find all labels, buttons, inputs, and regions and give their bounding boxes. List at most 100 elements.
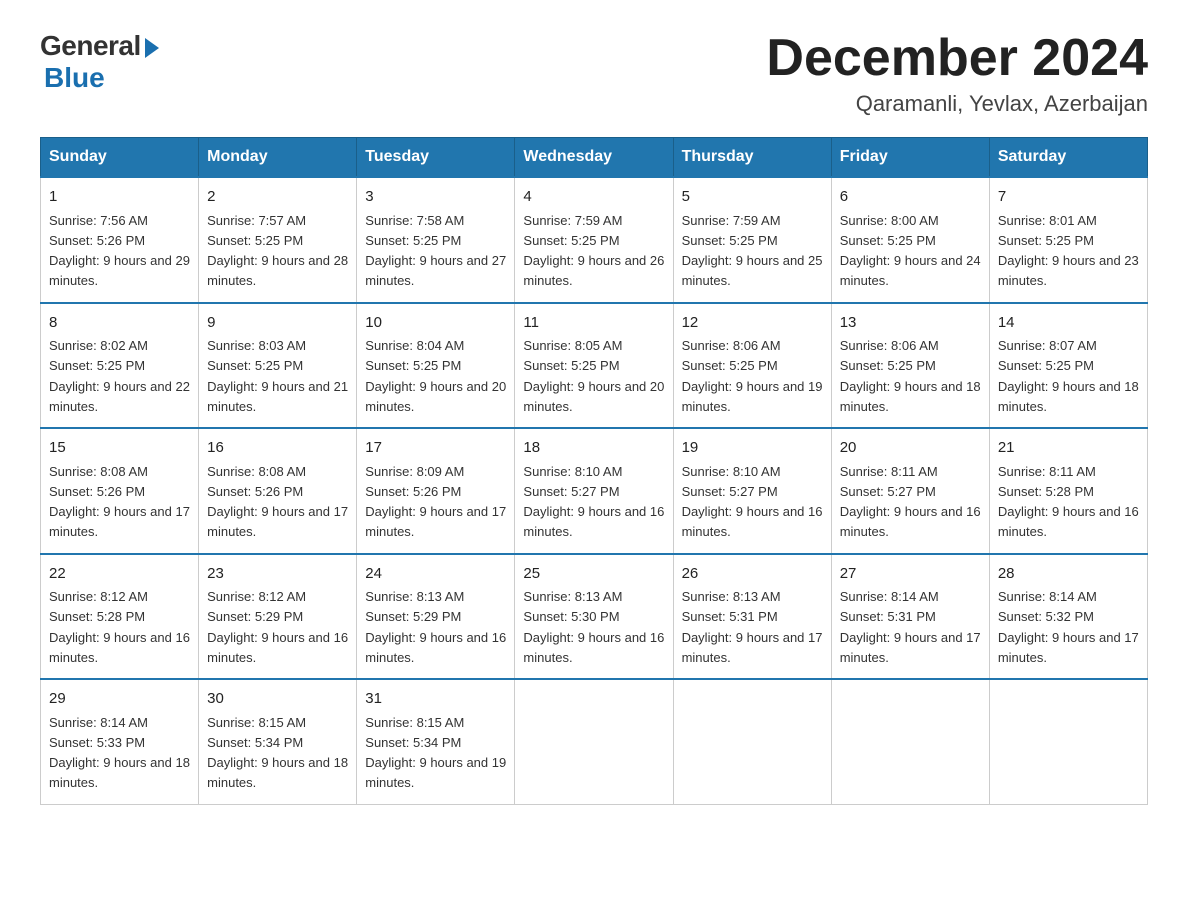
day-info: Sunrise: 7:59 AMSunset: 5:25 PMDaylight:…	[523, 213, 664, 289]
day-info: Sunrise: 8:14 AMSunset: 5:31 PMDaylight:…	[840, 589, 981, 665]
calendar-cell: 20 Sunrise: 8:11 AMSunset: 5:27 PMDayligh…	[831, 428, 989, 554]
day-number: 13	[840, 312, 981, 335]
location-text: Qaramanli, Yevlax, Azerbaijan	[766, 91, 1148, 117]
day-info: Sunrise: 8:04 AMSunset: 5:25 PMDaylight:…	[365, 338, 506, 414]
calendar-cell: 25Sunrise: 8:13 AMSunset: 5:30 PMDayligh…	[515, 554, 673, 680]
logo: General Blue	[40, 30, 159, 94]
day-info: Sunrise: 8:11 AMSunset: 5:27 PMDaylight:…	[840, 464, 981, 540]
week-row-5: 29Sunrise: 8:14 AMSunset: 5:33 PMDayligh…	[41, 679, 1148, 804]
calendar-header-row: SundayMondayTuesdayWednesdayThursdayFrid…	[41, 138, 1148, 178]
logo-general-text: General	[40, 30, 141, 62]
calendar-cell: 21Sunrise: 8:11 AMSunset: 5:28 PMDayligh…	[989, 428, 1147, 554]
day-info: Sunrise: 8:15 AMSunset: 5:34 PMDaylight:…	[365, 715, 506, 791]
day-number: 7	[998, 186, 1139, 209]
calendar-cell: 22Sunrise: 8:12 AMSunset: 5:28 PMDayligh…	[41, 554, 199, 680]
day-number: 2	[207, 186, 348, 209]
day-number: 25	[523, 563, 664, 586]
day-info: Sunrise: 8:09 AMSunset: 5:26 PMDaylight:…	[365, 464, 506, 540]
calendar-cell: 10 Sunrise: 8:04 AMSunset: 5:25 PMDayligh…	[357, 303, 515, 429]
calendar-cell: 15Sunrise: 8:08 AMSunset: 5:26 PMDayligh…	[41, 428, 199, 554]
day-info: Sunrise: 8:13 AMSunset: 5:29 PMDaylight:…	[365, 589, 506, 665]
day-number: 16	[207, 437, 348, 460]
calendar-cell: 17 Sunrise: 8:09 AMSunset: 5:26 PMDayligh…	[357, 428, 515, 554]
week-row-3: 15Sunrise: 8:08 AMSunset: 5:26 PMDayligh…	[41, 428, 1148, 554]
day-info: Sunrise: 8:10 AMSunset: 5:27 PMDaylight:…	[523, 464, 664, 540]
calendar-cell: 13 Sunrise: 8:06 AMSunset: 5:25 PMDayligh…	[831, 303, 989, 429]
day-number: 14	[998, 312, 1139, 335]
day-number: 18	[523, 437, 664, 460]
day-number: 28	[998, 563, 1139, 586]
calendar-cell: 8 Sunrise: 8:02 AMSunset: 5:25 PMDaylight…	[41, 303, 199, 429]
day-info: Sunrise: 8:07 AMSunset: 5:25 PMDaylight:…	[998, 338, 1139, 414]
calendar-cell: 4 Sunrise: 7:59 AMSunset: 5:25 PMDaylight…	[515, 177, 673, 303]
month-title: December 2024	[766, 30, 1148, 87]
column-header-wednesday: Wednesday	[515, 138, 673, 178]
calendar-cell: 24Sunrise: 8:13 AMSunset: 5:29 PMDayligh…	[357, 554, 515, 680]
day-number: 17	[365, 437, 506, 460]
day-number: 31	[365, 688, 506, 711]
day-info: Sunrise: 8:15 AMSunset: 5:34 PMDaylight:…	[207, 715, 348, 791]
calendar-table: SundayMondayTuesdayWednesdayThursdayFrid…	[40, 137, 1148, 805]
week-row-1: 1 Sunrise: 7:56 AMSunset: 5:26 PMDaylight…	[41, 177, 1148, 303]
day-info: Sunrise: 8:12 AMSunset: 5:29 PMDaylight:…	[207, 589, 348, 665]
day-info: Sunrise: 8:06 AMSunset: 5:25 PMDaylight:…	[840, 338, 981, 414]
calendar-cell: 29Sunrise: 8:14 AMSunset: 5:33 PMDayligh…	[41, 679, 199, 804]
calendar-cell	[989, 679, 1147, 804]
logo-arrow-icon	[145, 38, 159, 58]
column-header-saturday: Saturday	[989, 138, 1147, 178]
day-number: 19	[682, 437, 823, 460]
calendar-cell: 23 Sunrise: 8:12 AMSunset: 5:29 PMDayligh…	[199, 554, 357, 680]
day-number: 20	[840, 437, 981, 460]
calendar-cell: 16Sunrise: 8:08 AMSunset: 5:26 PMDayligh…	[199, 428, 357, 554]
calendar-cell: 31 Sunrise: 8:15 AMSunset: 5:34 PMDayligh…	[357, 679, 515, 804]
day-info: Sunrise: 8:06 AMSunset: 5:25 PMDaylight:…	[682, 338, 823, 414]
calendar-cell	[515, 679, 673, 804]
calendar-cell: 18 Sunrise: 8:10 AMSunset: 5:27 PMDayligh…	[515, 428, 673, 554]
calendar-cell	[831, 679, 989, 804]
day-info: Sunrise: 8:14 AMSunset: 5:32 PMDaylight:…	[998, 589, 1139, 665]
day-number: 26	[682, 563, 823, 586]
title-section: December 2024 Qaramanli, Yevlax, Azerbai…	[766, 30, 1148, 117]
week-row-2: 8 Sunrise: 8:02 AMSunset: 5:25 PMDaylight…	[41, 303, 1148, 429]
day-info: Sunrise: 8:01 AMSunset: 5:25 PMDaylight:…	[998, 213, 1139, 289]
day-number: 23	[207, 563, 348, 586]
day-info: Sunrise: 7:58 AMSunset: 5:25 PMDaylight:…	[365, 213, 506, 289]
day-number: 10	[365, 312, 506, 335]
day-number: 9	[207, 312, 348, 335]
calendar-cell: 2Sunrise: 7:57 AMSunset: 5:25 PMDaylight…	[199, 177, 357, 303]
calendar-cell: 11 Sunrise: 8:05 AMSunset: 5:25 PMDayligh…	[515, 303, 673, 429]
day-info: Sunrise: 8:10 AMSunset: 5:27 PMDaylight:…	[682, 464, 823, 540]
calendar-cell: 28 Sunrise: 8:14 AMSunset: 5:32 PMDayligh…	[989, 554, 1147, 680]
day-number: 22	[49, 563, 190, 586]
day-number: 27	[840, 563, 981, 586]
day-info: Sunrise: 8:02 AMSunset: 5:25 PMDaylight:…	[49, 338, 190, 414]
week-row-4: 22Sunrise: 8:12 AMSunset: 5:28 PMDayligh…	[41, 554, 1148, 680]
column-header-friday: Friday	[831, 138, 989, 178]
calendar-cell: 27 Sunrise: 8:14 AMSunset: 5:31 PMDayligh…	[831, 554, 989, 680]
column-header-thursday: Thursday	[673, 138, 831, 178]
day-number: 8	[49, 312, 190, 335]
day-info: Sunrise: 7:59 AMSunset: 5:25 PMDaylight:…	[682, 213, 823, 289]
column-header-sunday: Sunday	[41, 138, 199, 178]
calendar-cell: 3 Sunrise: 7:58 AMSunset: 5:25 PMDaylight…	[357, 177, 515, 303]
day-number: 4	[523, 186, 664, 209]
column-header-tuesday: Tuesday	[357, 138, 515, 178]
day-info: Sunrise: 8:08 AMSunset: 5:26 PMDaylight:…	[49, 464, 190, 540]
column-header-monday: Monday	[199, 138, 357, 178]
calendar-cell: 5Sunrise: 7:59 AMSunset: 5:25 PMDaylight…	[673, 177, 831, 303]
calendar-cell: 6Sunrise: 8:00 AMSunset: 5:25 PMDaylight…	[831, 177, 989, 303]
calendar-cell: 30Sunrise: 8:15 AMSunset: 5:34 PMDayligh…	[199, 679, 357, 804]
logo-blue-text: Blue	[44, 62, 105, 94]
day-info: Sunrise: 8:11 AMSunset: 5:28 PMDaylight:…	[998, 464, 1139, 540]
day-number: 11	[523, 312, 664, 335]
calendar-cell: 12Sunrise: 8:06 AMSunset: 5:25 PMDayligh…	[673, 303, 831, 429]
day-number: 6	[840, 186, 981, 209]
calendar-cell	[673, 679, 831, 804]
day-info: Sunrise: 8:14 AMSunset: 5:33 PMDaylight:…	[49, 715, 190, 791]
calendar-cell: 1 Sunrise: 7:56 AMSunset: 5:26 PMDaylight…	[41, 177, 199, 303]
day-info: Sunrise: 7:56 AMSunset: 5:26 PMDaylight:…	[49, 213, 190, 289]
day-number: 3	[365, 186, 506, 209]
day-number: 1	[49, 186, 190, 209]
day-info: Sunrise: 8:05 AMSunset: 5:25 PMDaylight:…	[523, 338, 664, 414]
calendar-cell: 7 Sunrise: 8:01 AMSunset: 5:25 PMDaylight…	[989, 177, 1147, 303]
